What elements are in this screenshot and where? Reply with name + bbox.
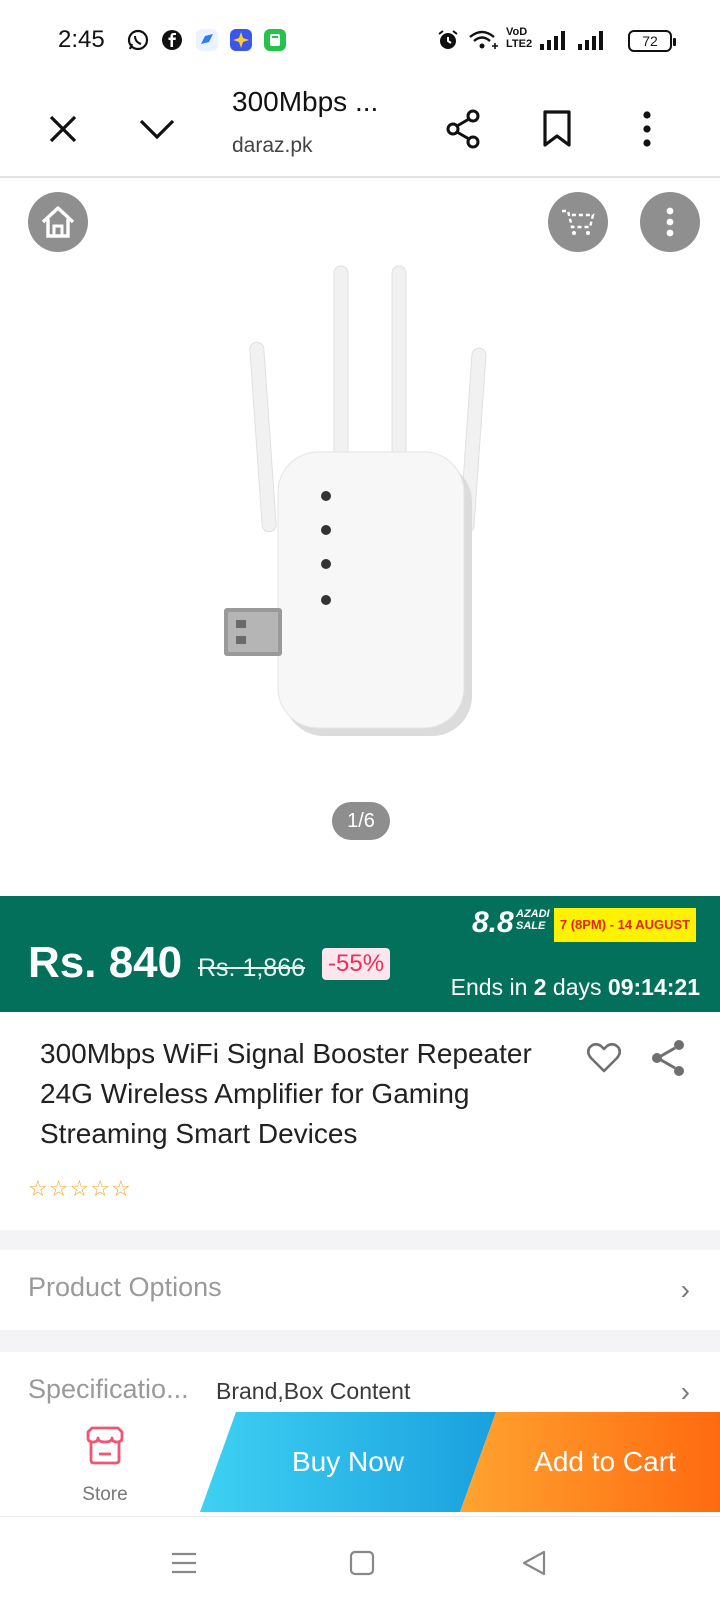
messenger-icon — [195, 28, 219, 52]
rating-stars: ☆ ☆ ☆ ☆ ☆ — [28, 1178, 131, 1200]
store-button[interactable]: Store — [60, 1420, 150, 1510]
alarm-icon — [436, 28, 460, 52]
star-icon: ☆ — [48, 1176, 69, 1201]
signal-icon — [538, 28, 570, 52]
product-options-label: Product Options — [28, 1272, 222, 1302]
product-title-section: 300Mbps WiFi Signal Booster Repeater 24G… — [0, 1012, 720, 1230]
current-price: Rs. 840 — [28, 938, 183, 987]
network-label: VoD LTE2 — [506, 26, 533, 50]
calculator-icon — [263, 28, 287, 52]
product-image — [224, 265, 487, 736]
signal-icon — [576, 28, 608, 52]
store-icon — [86, 1426, 124, 1465]
more-vert-icon[interactable] — [640, 192, 700, 252]
specifications-value: Brand,Box Content — [216, 1378, 411, 1404]
section-divider — [0, 1230, 720, 1250]
product-gallery[interactable]: 1/6 — [0, 178, 720, 896]
back-icon[interactable] — [514, 1543, 554, 1583]
system-navigation-bar — [0, 1516, 720, 1604]
sale-logo-sub: AZADI SALE — [516, 908, 550, 932]
chevron-down-icon[interactable] — [130, 102, 184, 156]
section-divider — [0, 1330, 720, 1352]
facebook-icon — [160, 28, 184, 52]
home-square-icon[interactable] — [342, 1543, 382, 1583]
image-counter: 1/6 — [332, 802, 390, 840]
price-banner: Rs. 840 Rs. 1,866 -55% 8.8 AZADI SALE 7 … — [0, 896, 720, 1012]
menu-icon[interactable] — [164, 1543, 204, 1583]
page-title: 300Mbps ... — [232, 86, 379, 117]
original-price: Rs. 1,866 — [198, 954, 306, 982]
countdown-days-label: days — [546, 974, 608, 1000]
add-to-cart-button[interactable]: Add to Cart — [460, 1412, 720, 1512]
battery-indicator: 72 — [628, 30, 676, 52]
chevron-right-icon: › — [680, 1376, 690, 1407]
wifi-icon — [468, 28, 500, 52]
sale-countdown: Ends in 2 days 09:14:21 — [451, 974, 700, 1001]
store-label: Store — [82, 1484, 128, 1505]
action-bar: Store Buy Now Add to Cart — [0, 1412, 720, 1516]
heart-icon[interactable] — [582, 1036, 626, 1080]
sale-dates-badge: 7 (8PM) - 14 AUGUST — [554, 908, 696, 942]
product-title: 300Mbps WiFi Signal Booster Repeater 24G… — [40, 1038, 532, 1149]
bookmark-icon[interactable] — [530, 102, 584, 156]
app-icon — [229, 28, 253, 52]
page-url[interactable]: daraz.pk — [232, 134, 313, 158]
star-icon: ☆ — [28, 1176, 48, 1201]
discount-badge: -55% — [322, 948, 391, 980]
countdown-time: 09:14:21 — [607, 974, 700, 1000]
status-bar: 2:45 VoD LTE2 72 — [0, 0, 720, 84]
countdown-prefix: Ends in — [450, 974, 534, 1000]
home-icon[interactable] — [28, 192, 88, 252]
sale-logo: 8.8 — [472, 906, 514, 939]
specifications-label: Specificatio... — [28, 1374, 189, 1404]
share-icon[interactable] — [436, 102, 490, 156]
buy-now-button[interactable]: Buy Now — [200, 1412, 496, 1512]
whatsapp-icon — [126, 28, 150, 52]
product-options-row[interactable]: Product Options › — [0, 1250, 720, 1330]
star-icon: ☆ — [110, 1176, 131, 1201]
close-icon[interactable] — [36, 102, 90, 156]
star-icon: ☆ — [69, 1176, 90, 1201]
chevron-right-icon: › — [680, 1274, 690, 1305]
status-time: 2:45 — [58, 26, 105, 53]
star-icon: ☆ — [90, 1176, 110, 1201]
more-vert-icon[interactable] — [620, 102, 674, 156]
countdown-days: 2 — [533, 974, 547, 1000]
cart-icon[interactable] — [548, 192, 608, 252]
share-icon[interactable] — [646, 1036, 690, 1080]
